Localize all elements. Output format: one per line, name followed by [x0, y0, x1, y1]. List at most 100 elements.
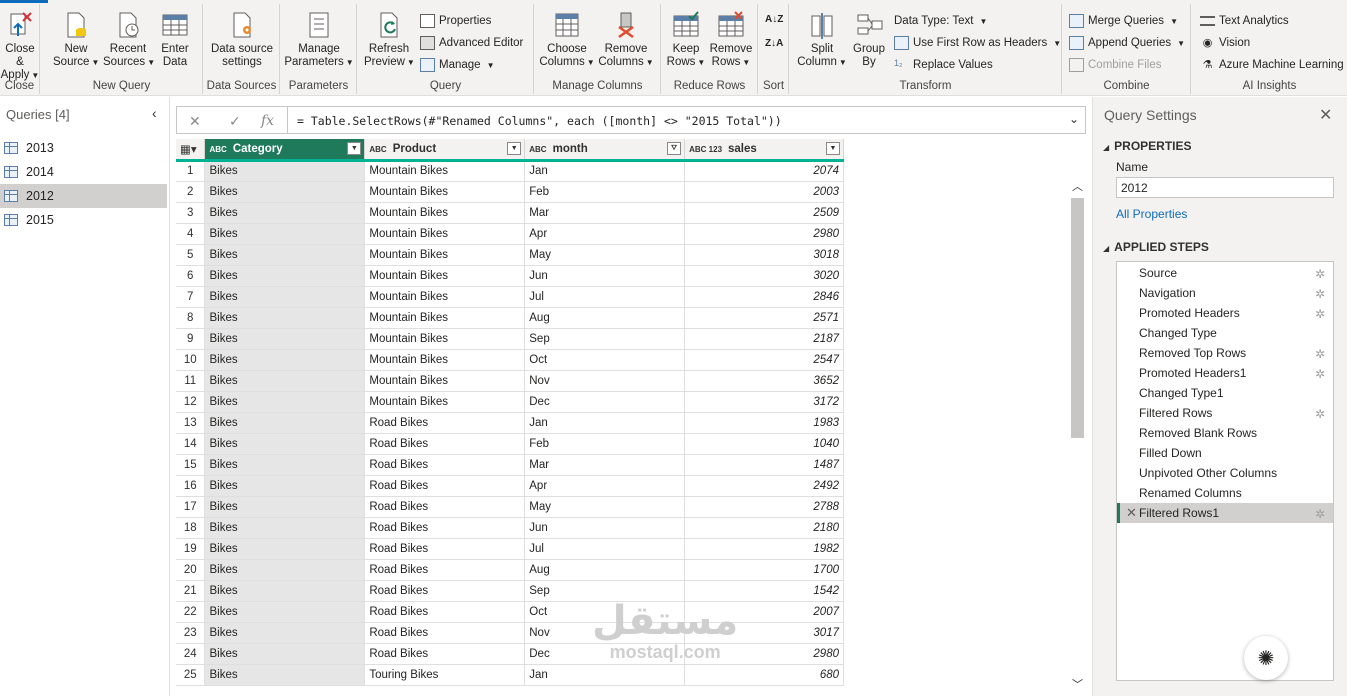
gear-icon[interactable]: ✲ — [1315, 404, 1325, 424]
table-row[interactable]: 16 Bikes Road Bikes Apr 2492 — [176, 475, 844, 497]
table-cell[interactable]: Bikes — [204, 370, 366, 392]
gear-icon[interactable]: ✲ — [1315, 344, 1325, 364]
table-cell[interactable]: Bikes — [204, 538, 366, 560]
table-cell[interactable]: 1487 — [684, 454, 844, 476]
table-row[interactable]: 10 Bikes Mountain Bikes Oct 2547 — [176, 349, 844, 371]
table-cell[interactable]: Nov — [524, 370, 686, 392]
table-row[interactable]: 17 Bikes Road Bikes May 2788 — [176, 496, 844, 518]
applied-step[interactable]: Removed Blank Rows — [1117, 423, 1333, 443]
table-row[interactable]: 24 Bikes Road Bikes Dec 2980 — [176, 643, 844, 665]
table-row[interactable]: 2 Bikes Mountain Bikes Feb 2003 — [176, 181, 844, 203]
table-cell[interactable]: Jul — [524, 538, 686, 560]
table-cell[interactable]: 2788 — [684, 496, 844, 518]
table-cell[interactable]: Mountain Bikes — [364, 202, 526, 224]
query-item[interactable]: 2013 — [0, 136, 167, 160]
table-cell[interactable]: 3020 — [684, 265, 844, 287]
table-row[interactable]: 12 Bikes Mountain Bikes Dec 3172 — [176, 391, 844, 413]
table-cell[interactable]: Bikes — [204, 265, 366, 287]
table-row[interactable]: 7 Bikes Mountain Bikes Jul 2846 — [176, 286, 844, 308]
manage-parameters-button[interactable]: Manage Parameters ▼ — [283, 10, 355, 69]
table-cell[interactable]: Mar — [524, 454, 686, 476]
table-row[interactable]: 15 Bikes Road Bikes Mar 1487 — [176, 454, 844, 476]
table-cell[interactable]: Road Bikes — [364, 538, 526, 560]
table-row[interactable]: 3 Bikes Mountain Bikes Mar 2509 — [176, 202, 844, 224]
table-cell[interactable]: Road Bikes — [364, 454, 526, 476]
table-cell[interactable]: Jan — [524, 664, 686, 686]
table-cell[interactable]: May — [524, 496, 686, 518]
applied-step[interactable]: Changed Type1 — [1117, 383, 1333, 403]
table-cell[interactable]: Bikes — [204, 223, 366, 245]
gear-icon[interactable]: ✲ — [1315, 284, 1325, 304]
applied-step[interactable]: Filtered Rows ✲ — [1117, 403, 1333, 423]
azure-ml-button[interactable]: ⚗ Azure Machine Learning — [1200, 56, 1344, 74]
formula-input[interactable]: = Table.SelectRows(#"Renamed Columns", e… — [297, 114, 782, 128]
table-cell[interactable]: Apr — [524, 223, 686, 245]
table-row[interactable]: 20 Bikes Road Bikes Aug 1700 — [176, 559, 844, 581]
applied-steps-section[interactable]: ◢ APPLIED STEPS — [1103, 240, 1209, 254]
combine-files-button[interactable]: Combine Files — [1069, 56, 1162, 74]
table-cell[interactable]: Bikes — [204, 307, 366, 329]
text-analytics-button[interactable]: Text Analytics — [1200, 12, 1289, 30]
table-cell[interactable]: Feb — [524, 433, 686, 455]
table-cell[interactable]: Road Bikes — [364, 622, 526, 644]
table-cell[interactable]: Bikes — [204, 328, 366, 350]
table-cell[interactable]: 3018 — [684, 244, 844, 266]
table-cell[interactable]: Bikes — [204, 664, 366, 686]
table-cell[interactable]: 2187 — [684, 328, 844, 350]
table-cell[interactable]: Road Bikes — [364, 559, 526, 581]
table-row[interactable]: 22 Bikes Road Bikes Oct 2007 — [176, 601, 844, 623]
table-cell[interactable]: Jul — [524, 286, 686, 308]
table-cell[interactable]: Road Bikes — [364, 496, 526, 518]
merge-queries-button[interactable]: Merge Queries ▼ — [1069, 12, 1178, 30]
fx-icon[interactable]: fx — [261, 113, 274, 129]
table-cell[interactable]: 3172 — [684, 391, 844, 413]
replace-values-button[interactable]: 1₂ Replace Values — [894, 56, 993, 74]
gear-icon[interactable]: ✲ — [1315, 364, 1325, 384]
applied-step[interactable]: Navigation ✲ — [1117, 283, 1333, 303]
table-cell[interactable]: 1542 — [684, 580, 844, 602]
applied-step[interactable]: ✕ Filtered Rows1 ✲ — [1117, 503, 1333, 523]
table-cell[interactable]: Bikes — [204, 559, 366, 581]
table-cell[interactable]: 3652 — [684, 370, 844, 392]
properties-section[interactable]: ◢ PROPERTIES — [1103, 139, 1192, 153]
table-cell[interactable]: 2846 — [684, 286, 844, 308]
table-cell[interactable]: 1983 — [684, 412, 844, 434]
gear-icon[interactable]: ✲ — [1315, 504, 1325, 524]
table-row[interactable]: 4 Bikes Mountain Bikes Apr 2980 — [176, 223, 844, 245]
table-cell[interactable]: Bikes — [204, 244, 366, 266]
properties-button[interactable]: Properties — [420, 12, 491, 30]
applied-step[interactable]: Filled Down — [1117, 443, 1333, 463]
table-row[interactable]: 11 Bikes Mountain Bikes Nov 3652 — [176, 370, 844, 392]
table-cell[interactable]: Bikes — [204, 412, 366, 434]
gear-icon[interactable]: ✲ — [1315, 304, 1325, 324]
table-row[interactable]: 18 Bikes Road Bikes Jun 2180 — [176, 517, 844, 539]
keep-rows-button[interactable]: Keep Rows ▼ — [666, 10, 706, 69]
split-column-button[interactable]: Split Column ▼ — [796, 10, 848, 69]
table-cell[interactable]: Jan — [524, 160, 686, 182]
advanced-editor-button[interactable]: Advanced Editor — [420, 34, 523, 52]
table-row[interactable]: 8 Bikes Mountain Bikes Aug 2571 — [176, 307, 844, 329]
table-cell[interactable]: Bikes — [204, 601, 366, 623]
table-cell[interactable]: Apr — [524, 475, 686, 497]
scroll-down-icon[interactable]: ﹀ — [1072, 676, 1083, 692]
applied-step[interactable]: Promoted Headers1 ✲ — [1117, 363, 1333, 383]
applied-step[interactable]: Source ✲ — [1117, 263, 1333, 283]
vertical-scrollbar[interactable]: ︿ ﹀ — [1068, 178, 1086, 696]
cancel-formula-icon[interactable]: ✕ — [189, 113, 201, 130]
table-row[interactable]: 5 Bikes Mountain Bikes May 3018 — [176, 244, 844, 266]
table-row[interactable]: 6 Bikes Mountain Bikes Jun 3020 — [176, 265, 844, 287]
refresh-preview-button[interactable]: Refresh Preview ▼ — [364, 10, 415, 69]
table-cell[interactable]: Mountain Bikes — [364, 286, 526, 308]
table-cell[interactable]: Mountain Bikes — [364, 181, 526, 203]
manage-button[interactable]: Manage ▼ — [420, 56, 494, 74]
table-cell[interactable]: 2180 — [684, 517, 844, 539]
recent-sources-button[interactable]: Recent Sources ▼ — [103, 10, 155, 69]
copilot-button[interactable]: ✺ — [1244, 636, 1288, 680]
table-cell[interactable]: 2492 — [684, 475, 844, 497]
delete-step-icon[interactable]: ✕ — [1126, 503, 1137, 523]
table-row[interactable]: 9 Bikes Mountain Bikes Sep 2187 — [176, 328, 844, 350]
table-cell[interactable]: Bikes — [204, 181, 366, 203]
table-cell[interactable]: Bikes — [204, 643, 366, 665]
table-row[interactable]: 13 Bikes Road Bikes Jan 1983 — [176, 412, 844, 434]
applied-step[interactable]: Unpivoted Other Columns — [1117, 463, 1333, 483]
